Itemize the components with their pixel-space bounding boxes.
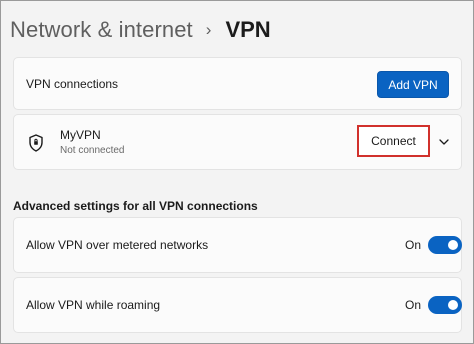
setting-label-roaming: Allow VPN while roaming [26, 298, 161, 312]
setting-row-roaming: Allow VPN while roaming On [13, 277, 462, 333]
toggle-state-label: On [405, 298, 422, 312]
toggle-knob [448, 240, 458, 250]
vpn-status: Not connected [60, 145, 125, 156]
toggle-knob [448, 300, 458, 310]
breadcrumb: Network & internet › VPN [10, 13, 271, 47]
vpn-connections-label: VPN connections [26, 76, 119, 91]
breadcrumb-separator: › [205, 20, 212, 39]
vpn-name: MyVPN [60, 128, 101, 142]
connect-button[interactable]: Connect [357, 125, 430, 157]
page-title: VPN [225, 17, 271, 42]
breadcrumb-parent-link[interactable]: Network & internet [10, 17, 193, 43]
advanced-settings-heading: Advanced settings for all VPN connection… [13, 199, 258, 213]
setting-row-metered: Allow VPN over metered networks On [13, 217, 462, 273]
shield-icon [29, 134, 43, 152]
vpn-entry-card[interactable]: MyVPN Not connected Connect [13, 114, 462, 170]
metered-toggle[interactable] [428, 236, 462, 254]
toggle-state-label: On [405, 238, 422, 252]
setting-label-metered: Allow VPN over metered networks [26, 238, 209, 252]
add-vpn-button[interactable]: Add VPN [377, 71, 449, 98]
settings-window: Network & internet › VPN VPN connections… [0, 0, 474, 344]
vpn-connections-card: VPN connections Add VPN [13, 57, 462, 110]
roaming-toggle[interactable] [428, 296, 462, 314]
chevron-down-icon[interactable] [437, 135, 451, 149]
